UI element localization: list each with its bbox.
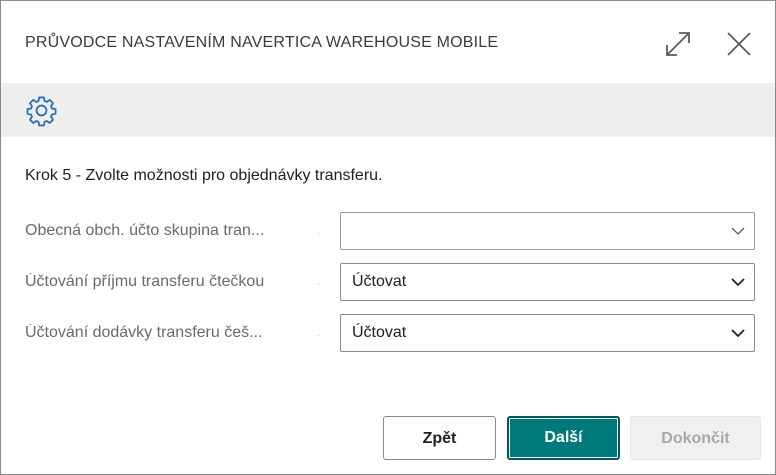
- field-label: Obecná obch. účto skupina tran...: [25, 222, 265, 239]
- select-value: Účtovat: [352, 273, 407, 290]
- finish-button[interactable]: Dokončit: [630, 416, 761, 460]
- shipment-posting-select[interactable]: Účtovat: [340, 314, 755, 352]
- gear-icon[interactable]: [25, 94, 58, 127]
- select-value: Účtovat: [352, 324, 407, 341]
- chevron-down-icon: [730, 274, 746, 290]
- field-label: Účtování příjmu transferu čtečkou: [25, 273, 265, 290]
- field-separator: ·: [317, 279, 321, 290]
- receipt-posting-select[interactable]: Účtovat: [340, 263, 755, 301]
- field-row-shipment-posting: Účtování dodávky transferu češ... · Účto…: [25, 314, 755, 352]
- expand-icon[interactable]: [661, 27, 695, 61]
- action-toolbar: [1, 83, 775, 137]
- dialog-title: PRŮVODCE NASTAVENÍM NAVERTICA WAREHOUSE …: [25, 34, 499, 51]
- next-button[interactable]: Další: [507, 416, 620, 460]
- field-label: Účtování dodávky transferu češ...: [25, 324, 263, 341]
- chevron-down-icon: [730, 223, 746, 239]
- field-row-gen-bus-posting-group: Obecná obch. účto skupina tran... ·: [25, 212, 755, 250]
- chevron-down-icon: [730, 325, 746, 341]
- field-separator: ·: [317, 228, 321, 239]
- step-instruction: Krok 5 - Zvolte možnosti pro objednávky …: [25, 167, 383, 184]
- wizard-dialog: PRŮVODCE NASTAVENÍM NAVERTICA WAREHOUSE …: [0, 0, 776, 475]
- close-icon[interactable]: [722, 27, 756, 61]
- field-separator: ·: [317, 330, 321, 341]
- title-bar: PRŮVODCE NASTAVENÍM NAVERTICA WAREHOUSE …: [1, 1, 775, 83]
- gen-bus-posting-group-select[interactable]: [340, 212, 755, 250]
- field-row-receipt-posting: Účtování příjmu transferu čtečkou · Účto…: [25, 263, 755, 301]
- back-button[interactable]: Zpět: [383, 416, 496, 460]
